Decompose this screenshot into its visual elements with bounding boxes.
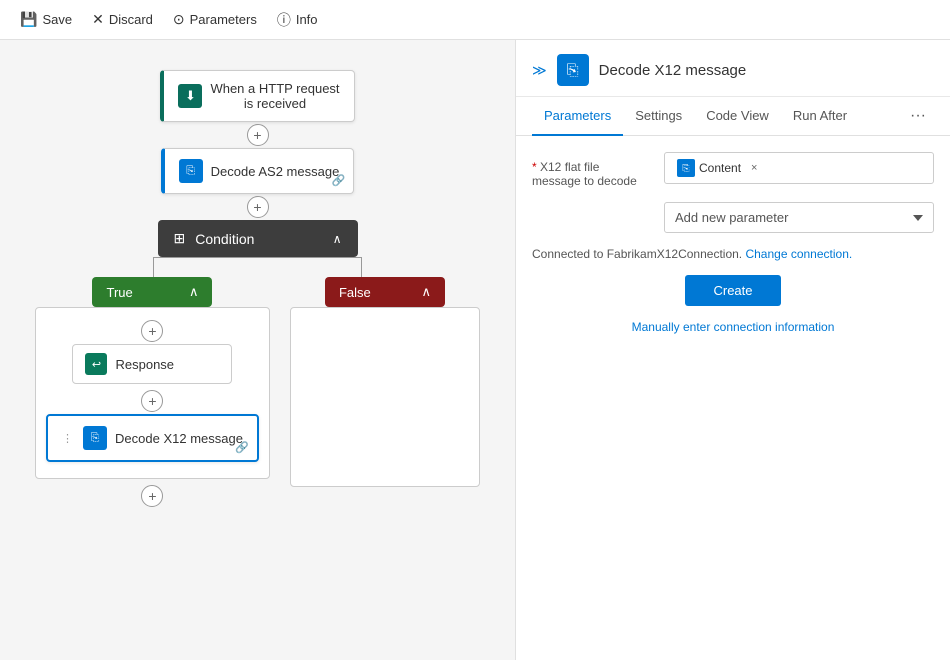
- main-layout: ⬇ When a HTTP requestis received + ⎘ Dec…: [0, 40, 950, 660]
- decode-x12-node[interactable]: ⋮ ⎘ Decode X12 message 🔗: [46, 414, 259, 462]
- tab-code-view-label: Code View: [706, 108, 769, 123]
- panel-body: * X12 flat filemessage to decode ⎘ Conte…: [516, 136, 950, 660]
- parameters-icon: ⊙: [173, 11, 185, 28]
- content-tag-remove[interactable]: ×: [751, 162, 757, 174]
- tab-more-button[interactable]: ···: [902, 97, 934, 135]
- tab-settings-label: Settings: [635, 108, 682, 123]
- decode-as2-icon: ⎘: [179, 159, 203, 183]
- discard-label: Discard: [109, 12, 153, 27]
- link-icon-x12: 🔗: [235, 441, 249, 454]
- decode-x12-dots: ⋮: [62, 432, 73, 445]
- false-branch-chevron: ∧: [421, 284, 431, 300]
- content-tag-icon: ⎘: [677, 159, 695, 177]
- condition-label: Condition: [195, 231, 254, 247]
- true-branch-label: True: [106, 285, 132, 300]
- condition-chevron: ∧: [333, 232, 342, 246]
- panel-tabs: Parameters Settings Code View Run After …: [516, 97, 950, 136]
- http-trigger-node: ⬇ When a HTTP requestis received: [160, 70, 354, 122]
- panel-icon-symbol: ⎘: [567, 62, 579, 79]
- add-after-response[interactable]: +: [141, 390, 163, 412]
- tab-parameters-label: Parameters: [544, 108, 611, 123]
- add-below-true[interactable]: +: [141, 485, 163, 507]
- http-trigger-icon: ⬇: [178, 84, 202, 108]
- condition-box[interactable]: ⊞ Condition ∧: [158, 220, 358, 257]
- x12-field-row: * X12 flat filemessage to decode ⎘ Conte…: [532, 152, 934, 188]
- tab-code-view[interactable]: Code View: [694, 97, 781, 136]
- flow-container: ⬇ When a HTTP requestis received + ⎘ Dec…: [20, 60, 495, 509]
- response-label: Response: [115, 357, 174, 372]
- false-branch-header[interactable]: False ∧: [325, 277, 445, 307]
- canvas: ⬇ When a HTTP requestis received + ⎘ Dec…: [0, 40, 515, 660]
- save-icon: 💾: [20, 11, 37, 28]
- false-branch-body: [290, 307, 480, 487]
- x12-tag-input[interactable]: ⎘ Content ×: [664, 152, 934, 184]
- info-button[interactable]: ⓘ Info: [269, 6, 326, 34]
- discard-icon: ✕: [92, 11, 104, 28]
- add-after-decode-as2[interactable]: +: [247, 196, 269, 218]
- panel-icon: ⎘: [557, 54, 589, 86]
- false-branch-column: False ∧: [290, 277, 480, 509]
- panel-header: ≫ ⎘ Decode X12 message: [516, 40, 950, 97]
- side-panel: ≫ ⎘ Decode X12 message Parameters Settin…: [515, 40, 950, 660]
- true-branch-body: + ↩ Response + ⋮ ⎘ Decode X1: [35, 307, 270, 479]
- add-param-row: Add new parameter: [532, 202, 934, 233]
- toolbar: 💾 Save ✕ Discard ⊙ Parameters ⓘ Info: [0, 0, 950, 40]
- parameters-button[interactable]: ⊙ Parameters: [165, 7, 265, 32]
- connection-info: Connected to FabrikamX12Connection. Chan…: [532, 247, 934, 261]
- connection-text: Connected to FabrikamX12Connection.: [532, 247, 742, 261]
- panel-title: Decode X12 message: [599, 62, 747, 79]
- tab-parameters[interactable]: Parameters: [532, 97, 623, 136]
- save-button[interactable]: 💾 Save: [12, 7, 80, 32]
- decode-as2-box[interactable]: ⎘ Decode AS2 message 🔗: [161, 148, 355, 194]
- add-in-true-top[interactable]: +: [141, 320, 163, 342]
- branches-row: True ∧ + ↩ Response +: [35, 277, 480, 509]
- create-button-label: Create: [713, 283, 752, 298]
- add-param-area: Add new parameter: [664, 202, 934, 233]
- branches-wrapper: True ∧ + ↩ Response +: [20, 257, 495, 509]
- content-tag: ⎘ Content: [673, 157, 745, 179]
- decode-as2-node: ⎘ Decode AS2 message 🔗: [161, 148, 355, 194]
- x12-input-area: ⎘ Content ×: [664, 152, 934, 184]
- manual-link[interactable]: Manually enter connection information: [532, 320, 934, 334]
- collapse-icon: ≫: [532, 62, 547, 78]
- true-branch-column: True ∧ + ↩ Response +: [35, 277, 270, 509]
- discard-button[interactable]: ✕ Discard: [84, 7, 161, 32]
- decode-x12-icon: ⎘: [83, 426, 107, 450]
- panel-collapse-button[interactable]: ≫: [532, 62, 547, 79]
- add-after-trigger[interactable]: +: [247, 124, 269, 146]
- http-trigger-label: When a HTTP requestis received: [210, 81, 339, 111]
- tab-settings[interactable]: Settings: [623, 97, 694, 136]
- save-label: Save: [42, 12, 72, 27]
- tab-run-after-label: Run After: [793, 108, 847, 123]
- change-connection-link[interactable]: Change connection.: [745, 247, 852, 261]
- false-branch-label: False: [339, 285, 371, 300]
- response-icon: ↩: [85, 353, 107, 375]
- required-star: *: [532, 160, 537, 174]
- parameters-label: Parameters: [190, 12, 257, 27]
- decode-x12-label: Decode X12 message: [115, 431, 243, 446]
- response-node[interactable]: ↩ Response: [72, 344, 232, 384]
- info-label: Info: [296, 12, 318, 27]
- condition-node: ⊞ Condition ∧: [158, 220, 358, 257]
- true-branch-chevron: ∧: [189, 284, 199, 300]
- content-tag-label: Content: [699, 161, 741, 175]
- decode-as2-label: Decode AS2 message: [211, 164, 340, 179]
- add-param-select[interactable]: Add new parameter: [664, 202, 934, 233]
- true-branch-header[interactable]: True ∧: [92, 277, 212, 307]
- x12-field-label: * X12 flat filemessage to decode: [532, 152, 652, 188]
- create-button[interactable]: Create: [685, 275, 780, 306]
- tab-run-after[interactable]: Run After: [781, 97, 859, 136]
- info-icon: ⓘ: [277, 10, 291, 30]
- condition-icon: ⊞: [174, 230, 186, 247]
- link-icon-as2: 🔗: [332, 174, 346, 187]
- http-trigger-box[interactable]: ⬇ When a HTTP requestis received: [160, 70, 354, 122]
